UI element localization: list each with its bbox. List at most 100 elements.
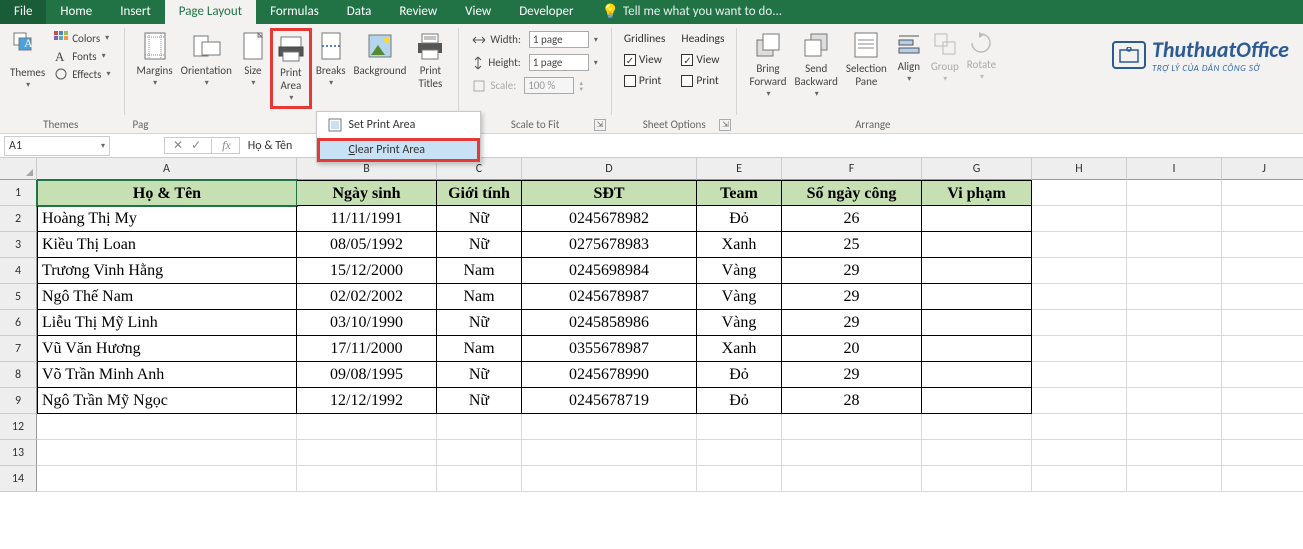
- cell[interactable]: [922, 336, 1032, 362]
- row-header-8[interactable]: 8: [0, 362, 37, 388]
- cell[interactable]: 02/02/2002: [297, 284, 437, 310]
- cell[interactable]: [922, 310, 1032, 336]
- cell[interactable]: [1127, 310, 1222, 336]
- column-header-D[interactable]: D: [522, 158, 697, 180]
- cell[interactable]: [1222, 388, 1303, 414]
- cell[interactable]: [1222, 180, 1303, 206]
- sheet-options-dialog-launcher[interactable]: ⇲: [719, 119, 731, 131]
- cell[interactable]: [1222, 362, 1303, 388]
- margins-button[interactable]: Margins▾: [133, 28, 177, 92]
- row-header-12[interactable]: 12: [0, 414, 37, 440]
- cell[interactable]: Nữ: [437, 310, 522, 336]
- cell[interactable]: [1127, 232, 1222, 258]
- column-header-J[interactable]: J: [1222, 158, 1303, 180]
- cell[interactable]: [782, 414, 922, 440]
- cell[interactable]: [437, 466, 522, 492]
- cell[interactable]: 12/12/1992: [297, 388, 437, 414]
- cell[interactable]: [1222, 258, 1303, 284]
- cell[interactable]: Số ngày công: [782, 180, 922, 206]
- cell[interactable]: Trương Vinh Hằng: [37, 258, 297, 284]
- cell[interactable]: Nam: [437, 258, 522, 284]
- cell[interactable]: [1032, 310, 1127, 336]
- cell[interactable]: 29: [782, 258, 922, 284]
- cancel-formula-icon[interactable]: ✕: [169, 138, 187, 153]
- row-header-2[interactable]: 2: [0, 206, 37, 232]
- cell[interactable]: [1127, 180, 1222, 206]
- cell[interactable]: [922, 362, 1032, 388]
- cell[interactable]: SĐT: [522, 180, 697, 206]
- size-button[interactable]: Size▾: [236, 28, 270, 92]
- row-header-1[interactable]: 1: [0, 180, 37, 206]
- row-header-7[interactable]: 7: [0, 336, 37, 362]
- tab-file[interactable]: File: [0, 0, 46, 24]
- cell[interactable]: [37, 414, 297, 440]
- width-value[interactable]: 1 page: [529, 31, 589, 48]
- cell[interactable]: [782, 440, 922, 466]
- cell[interactable]: [1032, 206, 1127, 232]
- cell[interactable]: [1222, 466, 1303, 492]
- row-header-6[interactable]: 6: [0, 310, 37, 336]
- bring-forward-button[interactable]: Bring Forward▾: [745, 28, 790, 103]
- fx-icon[interactable]: fx: [218, 138, 235, 153]
- cell[interactable]: 0245698984: [522, 258, 697, 284]
- cell[interactable]: [522, 414, 697, 440]
- cell[interactable]: [437, 440, 522, 466]
- cell[interactable]: Ngô Thế Nam: [37, 284, 297, 310]
- cell[interactable]: [1127, 388, 1222, 414]
- column-header-G[interactable]: G: [922, 158, 1032, 180]
- enter-formula-icon[interactable]: ✓: [187, 138, 205, 153]
- align-button[interactable]: Align▾: [891, 28, 927, 88]
- cell[interactable]: 0245858986: [522, 310, 697, 336]
- cell[interactable]: [1032, 284, 1127, 310]
- scale-dialog-launcher[interactable]: ⇲: [594, 119, 606, 131]
- cell[interactable]: 0245678987: [522, 284, 697, 310]
- cell[interactable]: Ngày sinh: [297, 180, 437, 206]
- cell[interactable]: Nam: [437, 284, 522, 310]
- cell[interactable]: [1127, 466, 1222, 492]
- cell[interactable]: Võ Trần Minh Anh: [37, 362, 297, 388]
- cell[interactable]: [37, 466, 297, 492]
- scale-width[interactable]: Width:1 page▾: [469, 30, 601, 49]
- cell[interactable]: [437, 414, 522, 440]
- cell[interactable]: Liễu Thị Mỹ Linh: [37, 310, 297, 336]
- menu-set-print-area[interactable]: Set Print Area: [317, 112, 480, 138]
- cell[interactable]: [782, 466, 922, 492]
- background-button[interactable]: Background: [350, 28, 411, 79]
- cell[interactable]: [1032, 388, 1127, 414]
- cell[interactable]: 0355678987: [522, 336, 697, 362]
- menu-clear-print-area[interactable]: Clear Print Area: [317, 138, 480, 162]
- cell[interactable]: Vàng: [697, 310, 782, 336]
- cell[interactable]: 29: [782, 310, 922, 336]
- effects-button[interactable]: Effects▾: [51, 66, 113, 82]
- cell[interactable]: Ngô Trần Mỹ Ngọc: [37, 388, 297, 414]
- cell[interactable]: Giới tính: [437, 180, 522, 206]
- column-header-A[interactable]: A: [37, 158, 297, 180]
- cell[interactable]: [1222, 310, 1303, 336]
- cell[interactable]: [1127, 258, 1222, 284]
- cell[interactable]: 0245678990: [522, 362, 697, 388]
- cell[interactable]: [1222, 232, 1303, 258]
- cell[interactable]: [1127, 206, 1222, 232]
- cell[interactable]: [922, 284, 1032, 310]
- cell[interactable]: 15/12/2000: [297, 258, 437, 284]
- row-header-5[interactable]: 5: [0, 284, 37, 310]
- cell[interactable]: [1032, 232, 1127, 258]
- cell[interactable]: Vũ Văn Hương: [37, 336, 297, 362]
- column-header-I[interactable]: I: [1127, 158, 1222, 180]
- cell[interactable]: [1127, 362, 1222, 388]
- cell[interactable]: [1032, 362, 1127, 388]
- cell[interactable]: 0245678719: [522, 388, 697, 414]
- cell[interactable]: Vi phạm: [922, 180, 1032, 206]
- cell[interactable]: Team: [697, 180, 782, 206]
- tab-page-layout[interactable]: Page Layout: [165, 0, 256, 24]
- tab-developer[interactable]: Developer: [505, 0, 587, 24]
- cell[interactable]: Vàng: [697, 258, 782, 284]
- select-all-corner[interactable]: [0, 158, 37, 180]
- cell[interactable]: 29: [782, 284, 922, 310]
- headings-view-checkbox[interactable]: ✓View: [679, 51, 726, 69]
- orientation-button[interactable]: Orientation▾: [177, 28, 236, 92]
- cell[interactable]: [922, 414, 1032, 440]
- cell[interactable]: [1032, 180, 1127, 206]
- cell[interactable]: 03/10/1990: [297, 310, 437, 336]
- cell[interactable]: [922, 258, 1032, 284]
